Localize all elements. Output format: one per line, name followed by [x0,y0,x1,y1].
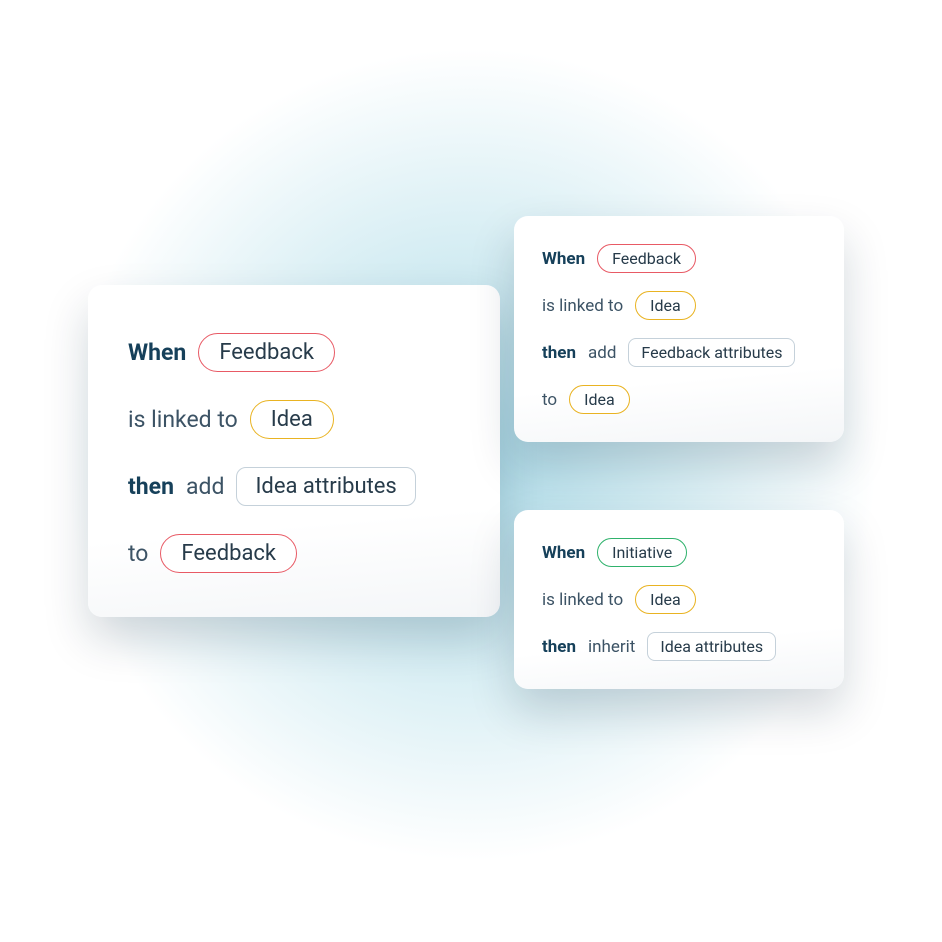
tag-initiative[interactable]: Initiative [597,538,687,567]
keyword-then: then [128,473,174,500]
tag-idea[interactable]: Idea [569,385,630,414]
tag-idea[interactable]: Idea [635,291,696,320]
rule-row: then add Feedback attributes [542,338,816,367]
text-to: to [128,540,148,567]
text-is-linked-to: is linked to [542,296,623,316]
tag-idea-attributes[interactable]: Idea attributes [236,467,415,506]
tag-feedback[interactable]: Feedback [198,333,335,372]
rule-card-main: When Feedback is linked to Idea then add… [88,285,500,617]
keyword-then: then [542,343,576,363]
rule-row: then add Idea attributes [128,467,460,506]
rule-row: When Initiative [542,538,816,567]
rule-row: is linked to Idea [542,291,816,320]
rule-card-bottom-right: When Initiative is linked to Idea then i… [514,510,844,689]
rule-row: then inherit Idea attributes [542,632,816,661]
rule-row: to Idea [542,385,816,414]
text-is-linked-to: is linked to [542,590,623,610]
rule-row: is linked to Idea [542,585,816,614]
rule-card-top-right: When Feedback is linked to Idea then add… [514,216,844,442]
keyword-when: When [542,249,585,269]
keyword-then: then [542,637,576,657]
tag-idea[interactable]: Idea [635,585,696,614]
text-to: to [542,390,557,410]
tag-feedback-attributes[interactable]: Feedback attributes [628,338,795,367]
text-is-linked-to: is linked to [128,406,238,433]
text-inherit: inherit [588,637,635,657]
tag-feedback[interactable]: Feedback [160,534,297,573]
keyword-when: When [542,543,585,563]
tag-idea-attributes[interactable]: Idea attributes [647,632,776,661]
tag-feedback[interactable]: Feedback [597,244,696,273]
rule-row: is linked to Idea [128,400,460,439]
rule-row: to Feedback [128,534,460,573]
text-add: add [588,343,616,363]
rule-row: When Feedback [542,244,816,273]
text-add: add [186,473,224,500]
keyword-when: When [128,339,186,366]
tag-idea[interactable]: Idea [250,400,334,439]
rule-row: When Feedback [128,333,460,372]
